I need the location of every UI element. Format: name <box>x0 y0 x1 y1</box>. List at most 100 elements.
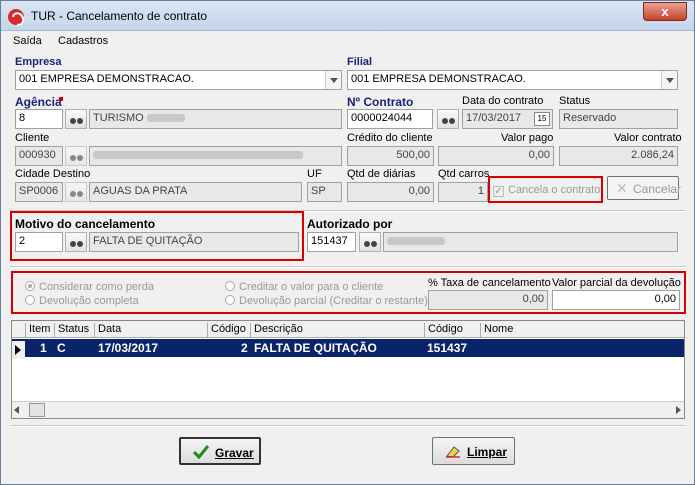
grid-header: Item Status Data Código Descrição Código… <box>12 321 684 338</box>
devolucao-completa-radio[interactable]: Devolução completa <box>25 295 139 307</box>
filial-value: 001 EMPRESA DEMONSTRACAO. <box>351 73 526 85</box>
agencia-name: TURISMO <box>93 112 144 124</box>
empresa-select[interactable]: 001 EMPRESA DEMONSTRACAO. <box>15 70 342 90</box>
filial-label: Filial <box>347 56 373 68</box>
cidade-code-field: SP0006 <box>15 182 63 202</box>
valor-contrato-label: Valor contrato <box>614 132 682 144</box>
cell-data: 17/03/2017 <box>98 341 159 355</box>
contrato-input[interactable]: 0000024044 <box>347 109 433 129</box>
menu-cadastros[interactable]: Cadastros <box>58 35 108 47</box>
credito-label: Crédito do cliente <box>347 132 433 144</box>
motivo-name-field: FALTA DE QUITAÇÃO <box>89 232 299 252</box>
devolucao-parcial-label: Devolução parcial (Creditar o restante) <box>239 295 428 307</box>
calendar-icon[interactable]: 15 <box>534 112 550 126</box>
scroll-right-icon[interactable] <box>676 406 681 414</box>
row-indicator-icon <box>12 341 25 359</box>
diarias-field: 0,00 <box>347 182 434 202</box>
autorizado-name-field <box>383 232 678 252</box>
parcial-label: Valor parcial da devolução <box>552 277 681 289</box>
horizontal-scrollbar[interactable] <box>12 401 684 418</box>
app-icon <box>8 9 24 25</box>
table-row[interactable]: 1 C 17/03/2017 2 FALTA DE QUITAÇÃO 15143… <box>12 339 684 359</box>
scroll-thumb[interactable] <box>29 403 45 417</box>
cell-codigo2: 151437 <box>427 341 468 355</box>
binoculars-icon <box>65 182 87 202</box>
cliente-name-field <box>89 146 342 166</box>
agencia-label: Agência <box>15 95 62 109</box>
binoculars-icon[interactable] <box>65 232 87 252</box>
perda-label: Considerar como perda <box>39 281 154 293</box>
data-contrato-label: Data do contrato <box>462 95 544 107</box>
gravar-button[interactable]: Gravar <box>179 437 261 465</box>
cancel-grid: Item Status Data Código Descrição Código… <box>11 320 685 419</box>
status-field: Reservado <box>559 109 678 129</box>
col-codigo2[interactable]: Código <box>424 323 480 338</box>
menu-bar: Saída Cadastros <box>2 32 693 51</box>
radio-icon[interactable] <box>25 295 35 305</box>
motivo-code-input[interactable]: 2 <box>15 232 63 252</box>
col-status[interactable]: Status <box>54 323 94 338</box>
gravar-label: Gravar <box>215 446 254 460</box>
binoculars-icon[interactable] <box>65 109 87 129</box>
taxa-label: % Taxa de cancelamento <box>428 277 551 289</box>
valor-pago-label: Valor pago <box>501 132 554 144</box>
col-codigo[interactable]: Código <box>207 323 250 338</box>
cell-descricao: FALTA DE QUITAÇÃO <box>254 341 377 355</box>
creditar-label: Creditar o valor para o cliente <box>239 281 384 293</box>
cell-status: C <box>57 341 66 355</box>
checkmark-icon <box>193 445 209 459</box>
separator <box>10 266 686 268</box>
parcial-input[interactable]: 0,00 <box>552 290 680 310</box>
data-contrato-value: 17/03/2017 <box>466 112 522 124</box>
radio-selected-icon[interactable] <box>25 281 35 291</box>
uf-field: SP <box>307 182 342 202</box>
binoculars-icon[interactable] <box>359 232 381 252</box>
chevron-down-icon[interactable] <box>661 71 677 89</box>
required-marker <box>59 97 63 101</box>
col-descricao[interactable]: Descrição <box>250 323 424 338</box>
agencia-code-input[interactable]: 8 <box>15 109 63 129</box>
cancela-label: Cancela o contrato <box>508 184 601 196</box>
cliente-code-field: 000930 <box>15 146 63 166</box>
autorizado-code-input[interactable]: 151437 <box>307 232 356 252</box>
filial-select[interactable]: 001 EMPRESA DEMONSTRACAO. <box>347 70 678 90</box>
window-title: TUR - Cancelamento de contrato <box>31 9 208 23</box>
title-bar: TUR - Cancelamento de contrato x <box>1 1 694 31</box>
eraser-icon <box>446 446 460 458</box>
cliente-label: Cliente <box>15 132 50 144</box>
binoculars-icon[interactable] <box>437 109 459 129</box>
close-button[interactable]: x <box>643 2 687 21</box>
empresa-value: 001 EMPRESA DEMONSTRACAO. <box>19 73 194 85</box>
cidade-name-field: AGUAS DA PRATA <box>89 182 302 202</box>
chevron-down-icon[interactable] <box>325 71 341 89</box>
cidade-label: Cidade Destino <box>15 168 91 180</box>
contrato-label: Nº Contrato <box>347 95 414 109</box>
autorizado-label: Autorizado por <box>307 217 393 231</box>
limpar-button[interactable]: Limpar <box>432 437 515 465</box>
col-data[interactable]: Data <box>94 323 207 338</box>
col-item[interactable]: Item <box>25 323 55 338</box>
cancela-checkbox[interactable]: ✓ Cancela o contrato <box>493 184 600 197</box>
col-nome[interactable]: Nome <box>480 323 684 338</box>
limpar-label: Limpar <box>467 445 508 459</box>
checkbox-icon[interactable]: ✓ <box>493 186 504 197</box>
redacted-text <box>93 151 303 160</box>
menu-saida[interactable]: Saída <box>13 35 42 47</box>
valor-contrato-field: 2.086,24 <box>559 146 678 166</box>
separator <box>10 425 686 427</box>
scroll-left-icon[interactable] <box>14 406 19 414</box>
creditar-radio[interactable]: Creditar o valor para o cliente <box>225 281 383 293</box>
carros-field: 1 <box>438 182 488 202</box>
uf-label: UF <box>307 168 322 180</box>
perda-radio[interactable]: Considerar como perda <box>25 281 154 293</box>
radio-icon[interactable] <box>225 281 235 291</box>
cancelar-label: Cancelar <box>633 182 682 196</box>
cell-codigo: 2 <box>241 341 248 355</box>
devolucao-parcial-radio[interactable]: Devolução parcial (Creditar o restante) <box>225 295 428 307</box>
motivo-label: Motivo do cancelamento <box>15 217 156 231</box>
devolucao-completa-label: Devolução completa <box>39 295 139 307</box>
carros-label: Qtd carros <box>438 168 490 180</box>
cancelar-button[interactable]: ✕ Cancelar <box>607 176 682 200</box>
radio-icon[interactable] <box>225 295 235 305</box>
main-window: TUR - Cancelamento de contrato x Saída C… <box>0 0 695 485</box>
